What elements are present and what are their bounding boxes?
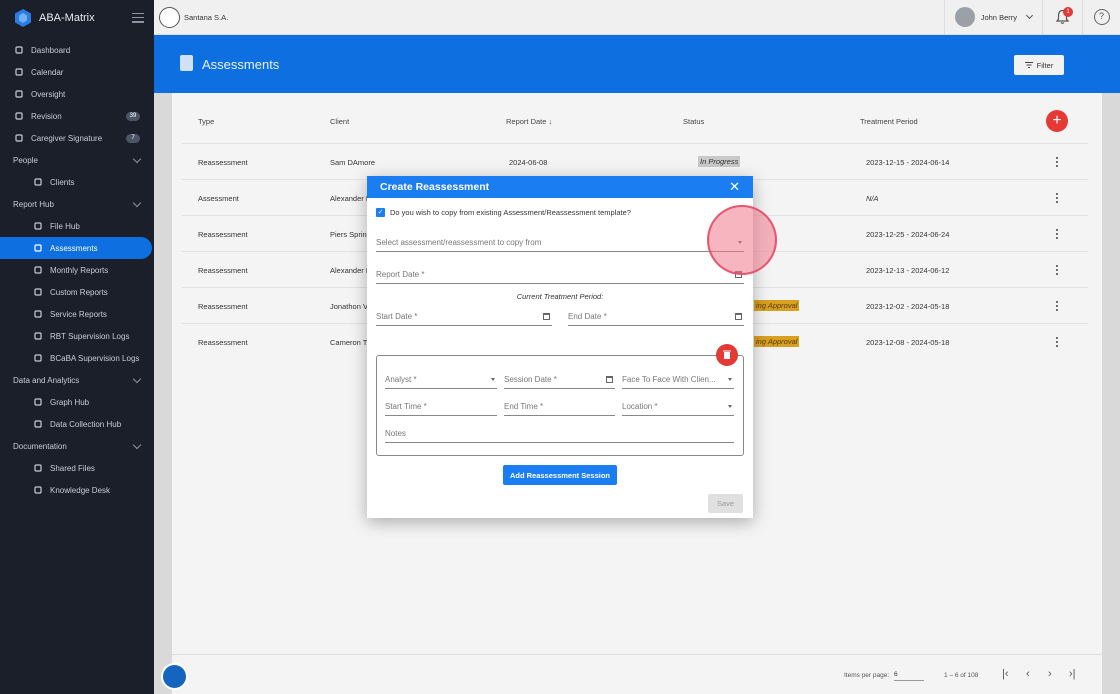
- current-treatment-period-label: Current Treatment Period:: [516, 292, 604, 301]
- save-button[interactable]: Save: [708, 494, 743, 513]
- dropdown-arrow-icon: [728, 378, 732, 381]
- settings-fab-button[interactable]: [161, 663, 188, 690]
- end-time-placeholder: End Time *: [504, 402, 544, 411]
- notes-placeholder: Notes: [385, 429, 406, 438]
- copy-template-label: Do you wish to copy from existing Assess…: [390, 208, 631, 217]
- copy-from-select[interactable]: Select assessment/reassessment to copy f…: [376, 238, 744, 252]
- copy-template-checkbox[interactable]: ✓ Do you wish to copy from existing Asse…: [376, 208, 631, 217]
- notes-field[interactable]: Notes: [385, 429, 734, 443]
- trash-icon: [723, 350, 731, 359]
- click-indicator: [707, 205, 777, 275]
- calendar-icon[interactable]: [606, 376, 613, 383]
- start-time-placeholder: Start Time *: [385, 402, 427, 411]
- face-to-face-select[interactable]: Face To Face With Clien...: [622, 375, 734, 389]
- delete-session-button[interactable]: [716, 344, 738, 366]
- report-date-placeholder: Report Date *: [376, 270, 425, 279]
- dropdown-arrow-icon: [728, 405, 732, 408]
- location-placeholder: Location *: [622, 402, 658, 411]
- end-time-field[interactable]: End Time *: [504, 402, 615, 416]
- add-session-button[interactable]: Add Reassessment Session: [503, 465, 617, 485]
- dropdown-arrow-icon: [491, 378, 495, 381]
- create-reassessment-dialog: Create Reassessment ✕ ✓ Do you wish to c…: [367, 176, 753, 518]
- analyst-placeholder: Analyst *: [385, 375, 417, 384]
- session-date-field[interactable]: Session Date *: [504, 375, 615, 389]
- analyst-select[interactable]: Analyst *: [385, 375, 497, 389]
- dialog-title: Create Reassessment: [380, 181, 490, 193]
- start-time-field[interactable]: Start Time *: [385, 402, 497, 416]
- report-date-field[interactable]: Report Date *: [376, 270, 744, 284]
- calendar-icon[interactable]: [543, 313, 550, 320]
- copy-from-placeholder: Select assessment/reassessment to copy f…: [376, 238, 542, 247]
- end-date-placeholder: End Date *: [568, 312, 607, 321]
- end-date-field[interactable]: End Date *: [568, 312, 744, 326]
- session-date-placeholder: Session Date *: [504, 375, 557, 384]
- start-date-placeholder: Start Date *: [376, 312, 418, 321]
- calendar-icon[interactable]: [735, 313, 742, 320]
- checkbox-checked-icon: ✓: [376, 208, 385, 217]
- location-select[interactable]: Location *: [622, 402, 734, 416]
- face-to-face-placeholder: Face To Face With Clien...: [622, 375, 716, 384]
- start-date-field[interactable]: Start Date *: [376, 312, 552, 326]
- dialog-header: Create Reassessment ✕: [367, 176, 753, 198]
- close-icon[interactable]: ✕: [729, 179, 740, 195]
